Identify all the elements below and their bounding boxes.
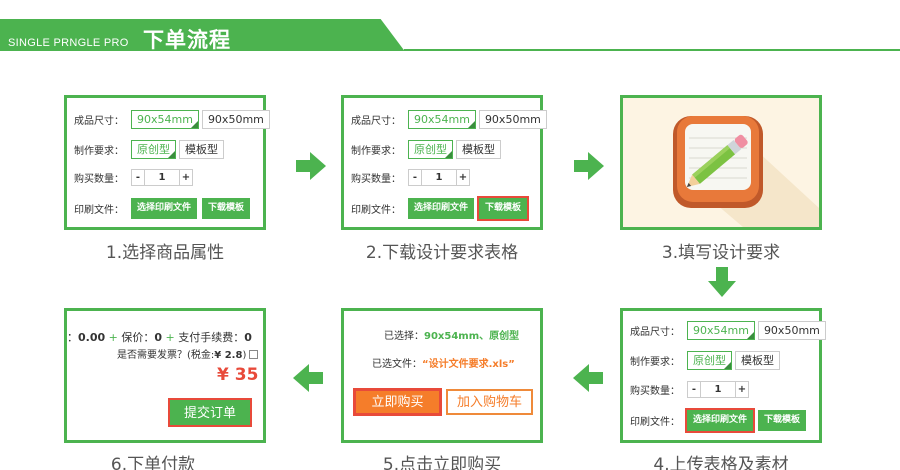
submit-order-button[interactable]: 提交订单 <box>168 398 252 427</box>
invoice-checkbox[interactable] <box>249 350 259 359</box>
header-banner <box>0 19 900 51</box>
step3-panel <box>620 95 822 230</box>
req-option[interactable]: 模板型 <box>456 140 501 159</box>
page-title: 下单流程 <box>143 28 231 52</box>
quantity-stepper: - 1 + <box>408 169 470 186</box>
step6-panel: ：0.00 + 保价：0 + 支付手续费：0 是否需要发票？(税金:¥ 2.8)… <box>64 308 266 443</box>
fee-summary: ：0.00 + 保价：0 + 支付手续费：0 <box>67 331 252 344</box>
step6-caption: 6.下单付款 <box>110 455 196 470</box>
choose-file-button[interactable]: 选择印刷文件 <box>131 198 198 219</box>
req-option-selected[interactable]: 原创型 <box>408 140 453 159</box>
buy-now-button[interactable]: 立即购买 <box>353 388 442 416</box>
file-label: 印刷文件： <box>74 205 124 216</box>
req-option[interactable]: 模板型 <box>179 140 224 159</box>
total-price: ¥ 35 <box>217 365 259 385</box>
download-template-button-highlighted[interactable]: 下载模板 <box>477 196 530 221</box>
step5-caption: 5.点击立即购买 <box>382 455 502 470</box>
qty-minus-button[interactable]: - <box>131 169 145 186</box>
file-label: 印刷文件： <box>630 417 680 428</box>
step1-caption: 1.选择商品属性 <box>105 243 225 263</box>
arrow-right-icon <box>296 152 326 180</box>
size-option[interactable]: 90x50mm <box>757 321 826 340</box>
size-option[interactable]: 90x50mm <box>478 110 547 129</box>
qty-minus-button[interactable]: - <box>687 381 701 398</box>
qty-input[interactable]: 1 <box>145 169 179 186</box>
header-subtitle: SINGLE PRNGLE PRO <box>8 37 129 49</box>
qty-label: 购买数量： <box>630 386 680 397</box>
size-option-selected[interactable]: 90x54mm <box>131 110 199 129</box>
step3-caption: 3.填写设计要求 <box>661 243 781 263</box>
qty-plus-button[interactable]: + <box>735 381 749 398</box>
req-label: 制作要求： <box>351 146 401 157</box>
size-option-selected[interactable]: 90x54mm <box>408 110 476 129</box>
arrow-down-icon <box>708 267 736 297</box>
qty-label: 购买数量： <box>351 174 401 185</box>
req-option-selected[interactable]: 原创型 <box>687 351 732 370</box>
size-label: 成品尺寸： <box>630 327 680 338</box>
req-label: 制作要求： <box>74 146 124 157</box>
req-option[interactable]: 模板型 <box>735 351 780 370</box>
size-option[interactable]: 90x50mm <box>201 110 270 129</box>
qty-input[interactable]: 1 <box>701 381 735 398</box>
size-option-selected[interactable]: 90x54mm <box>687 321 755 340</box>
quantity-stepper: - 1 + <box>687 381 749 398</box>
size-label: 成品尺寸： <box>351 116 401 127</box>
qty-input[interactable]: 1 <box>422 169 456 186</box>
req-option-selected[interactable]: 原创型 <box>131 140 176 159</box>
arrow-left-icon <box>573 364 603 392</box>
size-label: 成品尺寸： <box>74 116 124 127</box>
selected-summary: 已选择：90x54mm、原创型 <box>384 331 520 342</box>
step1-panel: 成品尺寸： 90x54mm 90x50mm 制作要求： 原创型 模板型 购买数量… <box>64 95 270 230</box>
step2-panel: 成品尺寸： 90x54mm 90x50mm 制作要求： 原创型 模板型 购买数量… <box>341 95 547 230</box>
choose-file-button-highlighted[interactable]: 选择印刷文件 <box>684 408 756 433</box>
quantity-stepper: - 1 + <box>131 169 193 186</box>
choose-file-button[interactable]: 选择印刷文件 <box>408 198 475 219</box>
qty-plus-button[interactable]: + <box>456 169 470 186</box>
invoice-option: 是否需要发票？(税金:¥ 2.8) <box>117 346 259 361</box>
arrow-left-icon <box>293 364 323 392</box>
pencil-notebook-icon <box>673 116 819 227</box>
step5-panel: 已选择：90x54mm、原创型 已选文件：“设计文件要求.xls” 立即购买 加… <box>341 308 543 443</box>
download-template-button[interactable]: 下载模板 <box>758 410 807 431</box>
add-to-cart-button[interactable]: 加入购物车 <box>446 389 533 415</box>
qty-minus-button[interactable]: - <box>408 169 422 186</box>
step4-panel: 成品尺寸： 90x54mm 90x50mm 制作要求： 原创型 模板型 购买数量… <box>620 308 826 443</box>
step2-caption: 2.下载设计要求表格 <box>365 243 519 263</box>
file-label: 印刷文件： <box>351 205 401 216</box>
qty-plus-button[interactable]: + <box>179 169 193 186</box>
download-template-button[interactable]: 下载模板 <box>202 198 251 219</box>
step4-caption: 4.上传表格及素材 <box>653 455 789 470</box>
qty-label: 购买数量： <box>74 174 124 185</box>
arrow-right-icon <box>574 152 604 180</box>
selected-file-summary: 已选文件：“设计文件要求.xls” <box>372 359 515 370</box>
req-label: 制作要求： <box>630 357 680 368</box>
